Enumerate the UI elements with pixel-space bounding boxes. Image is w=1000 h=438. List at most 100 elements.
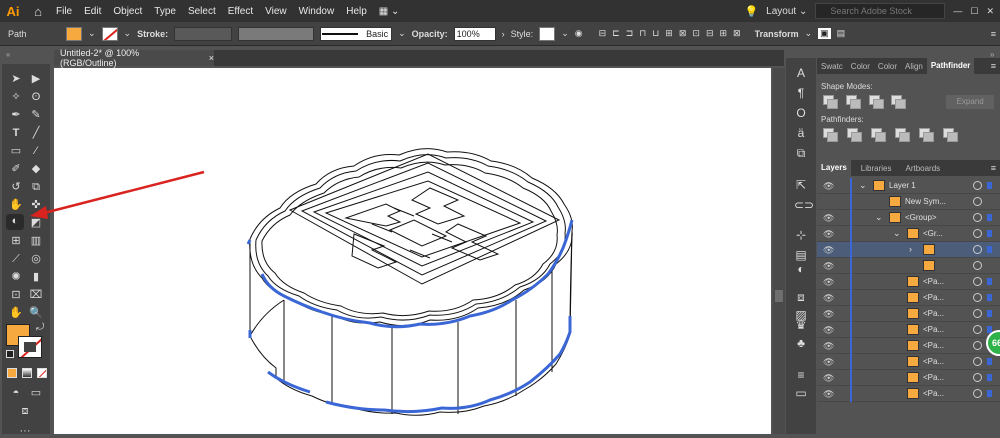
tab-artboards[interactable]: Artboards	[901, 164, 944, 173]
target-icon[interactable]	[973, 309, 982, 318]
lasso-tool-icon[interactable]: ʘ	[28, 90, 44, 104]
target-icon[interactable]	[973, 261, 982, 270]
visibility-icon[interactable]: 👁	[823, 293, 834, 304]
visibility-icon[interactable]: 👁	[823, 325, 834, 336]
crop-icon[interactable]	[895, 128, 910, 142]
layer-row-selected[interactable]: 👁 ›	[817, 242, 1000, 258]
menu-view[interactable]: View	[259, 6, 293, 17]
align-vcenter-icon[interactable]: ⊞	[665, 28, 673, 39]
intersect-icon[interactable]	[868, 95, 884, 109]
target-icon[interactable]	[973, 229, 982, 238]
tab-libraries[interactable]: Libraries	[857, 164, 896, 173]
scale-tool-icon[interactable]: ⧉	[28, 180, 44, 194]
chevron-down-icon[interactable]: ⌄	[805, 28, 813, 39]
layer-row[interactable]: 👁 ⌄ Layer 1	[817, 178, 1000, 194]
gradient-tool-icon[interactable]: ▥	[28, 234, 44, 248]
layer-row[interactable]: 👁 <Pa...	[817, 354, 1000, 370]
transform-label[interactable]: Transform	[755, 29, 799, 39]
panel-menu-icon[interactable]: ≡	[991, 29, 996, 39]
panel-menu-icon[interactable]: ≡	[991, 61, 1000, 71]
home-icon[interactable]: ⌂	[26, 4, 50, 19]
menu-edit[interactable]: Edit	[78, 6, 107, 17]
asset-export-panel-icon[interactable]: ⧈	[794, 290, 808, 304]
opacity-field[interactable]: 100%	[453, 26, 496, 41]
type-tool-icon[interactable]: T	[8, 126, 24, 140]
pin-tool-icon[interactable]: ✜	[28, 198, 44, 212]
graphic-styles-panel-icon[interactable]: ◐	[794, 262, 808, 276]
tab-layers[interactable]: Layers	[817, 160, 851, 176]
layer-row[interactable]: 👁 ⌄ <Gr...	[817, 226, 1000, 242]
stroke-panel-icon[interactable]: ≡	[794, 368, 808, 382]
chevron-down-icon[interactable]: ⌄	[875, 212, 883, 223]
paintbrush-tool-icon[interactable]: ⁄	[28, 144, 44, 158]
target-icon[interactable]	[973, 341, 982, 350]
align-top-icon[interactable]: ⊔	[652, 28, 659, 39]
visibility-icon[interactable]: 👁	[823, 213, 834, 224]
target-icon[interactable]	[973, 197, 982, 206]
brush-field[interactable]: Basic	[320, 26, 393, 41]
draw-mode-icon[interactable]: ◓	[8, 386, 24, 400]
distribute-icon[interactable]: ⊠	[679, 28, 687, 39]
visibility-icon[interactable]: 👁	[823, 373, 834, 384]
workspace-switcher[interactable]: Layout ⌄	[766, 6, 807, 17]
panel-menu-icon[interactable]: ≡	[991, 163, 1000, 173]
pen-tool-icon[interactable]: ✒	[8, 108, 24, 122]
eyedropper-tool-icon[interactable]: ⟋	[8, 252, 24, 266]
distribute-center-icon[interactable]: ⊠	[733, 28, 741, 39]
distribute-spacing-icon[interactable]: ⊞	[719, 28, 727, 39]
target-icon[interactable]	[973, 293, 982, 302]
menu-file[interactable]: File	[50, 6, 78, 17]
layer-row[interactable]: 👁 ⌄ <Group>	[817, 210, 1000, 226]
chevron-down-icon[interactable]: ⌄	[88, 28, 96, 39]
tab-align[interactable]: Align	[901, 62, 927, 71]
exclude-icon[interactable]	[891, 95, 907, 109]
stock-search-input[interactable]: Search Adobe Stock	[815, 3, 946, 19]
maximize-icon[interactable]: ☐	[970, 6, 978, 17]
recolor-icon[interactable]: ◉	[575, 28, 583, 39]
tab-swatches[interactable]: Swatc	[817, 62, 847, 71]
visibility-icon[interactable]: 👁	[823, 389, 834, 400]
screen-mode-icon[interactable]: ▭	[28, 386, 44, 400]
arrange-icon[interactable]: ▤	[837, 28, 846, 39]
fill-mode-color-icon[interactable]	[7, 368, 17, 378]
glyphs-panel-icon[interactable]: ä	[794, 126, 808, 140]
layer-row[interactable]: 👁 <Pa...	[817, 338, 1000, 354]
visibility-icon[interactable]: 👁	[823, 181, 834, 192]
stroke-weight-field[interactable]	[174, 26, 233, 41]
layer-row[interactable]: 👁 <Pa...	[817, 306, 1000, 322]
column-graph-tool-icon[interactable]: ▮	[28, 270, 44, 284]
export-panel-icon[interactable]: ⇱	[794, 178, 808, 192]
visibility-icon[interactable]: 👁	[823, 245, 834, 256]
mooncake-artwork[interactable]	[54, 68, 771, 434]
eraser-tool-icon[interactable]: ◆	[28, 162, 44, 176]
selection-tool-icon[interactable]: ➤	[8, 72, 24, 86]
expand-button[interactable]: Expand	[946, 95, 994, 109]
puppet-warp-tool-icon[interactable]: ✋	[8, 198, 24, 212]
visibility-icon[interactable]: 👁	[823, 229, 834, 240]
tab-color-guide[interactable]: Color	[874, 62, 901, 71]
visibility-icon[interactable]: 👁	[823, 309, 834, 320]
scroll-thumb[interactable]	[775, 290, 783, 302]
layer-row[interactable]: 👁 <Pa...	[817, 290, 1000, 306]
fill-swatch[interactable]	[66, 26, 82, 41]
perspective-grid-tool-icon[interactable]: ◩	[28, 216, 44, 230]
transform-panel-icon[interactable]: ⊹	[794, 228, 808, 242]
layer-row[interactable]: 👁 <Pa...	[817, 370, 1000, 386]
divide-icon[interactable]	[823, 128, 838, 142]
lightbulb-icon[interactable]: 💡	[744, 5, 758, 18]
paragraph-panel-icon[interactable]: ¶	[794, 86, 808, 100]
symbols-panel-icon[interactable]: ♣	[794, 336, 808, 350]
target-icon[interactable]	[973, 389, 982, 398]
target-icon[interactable]	[973, 181, 982, 190]
stroke-swatch[interactable]	[101, 26, 118, 41]
layer-row[interactable]: New Sym...	[817, 194, 1000, 210]
appearance-panel-icon[interactable]: ▤	[794, 248, 808, 262]
hand-tool-icon[interactable]: ✋	[8, 306, 24, 320]
slice-tool-icon[interactable]: ⌧	[28, 288, 44, 302]
visibility-icon[interactable]: 👁	[823, 277, 834, 288]
align-to-icon[interactable]: ⊟	[599, 28, 607, 39]
zoom-tool-icon[interactable]: 🔍	[28, 306, 44, 320]
variable-width-field[interactable]	[238, 26, 315, 41]
artboard-canvas[interactable]	[54, 68, 771, 434]
style-swatch[interactable]	[539, 26, 556, 41]
